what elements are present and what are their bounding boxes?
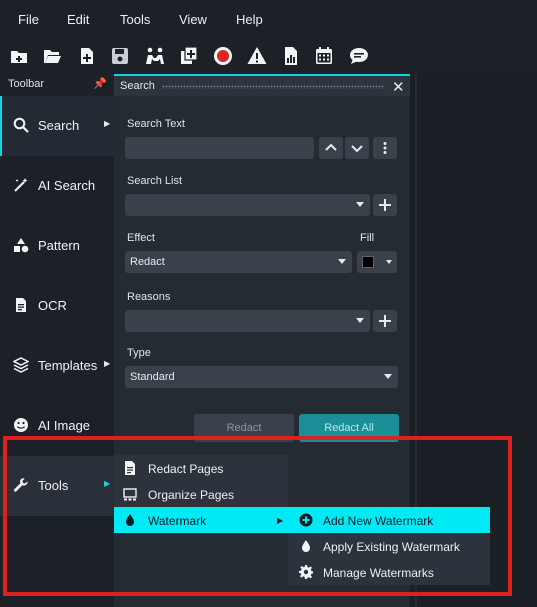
chat-icon[interactable] xyxy=(347,44,371,68)
sidebar-item-label: Search xyxy=(38,118,80,133)
report-icon[interactable] xyxy=(279,44,303,68)
next-match-button[interactable] xyxy=(345,137,369,159)
redact-all-button[interactable]: Redact All xyxy=(299,414,399,442)
panel-title: Search xyxy=(120,80,155,92)
search-list-select[interactable] xyxy=(125,194,370,216)
icon-toolbar xyxy=(0,38,537,74)
menu-item-manage-watermarks[interactable]: Manage Watermarks xyxy=(288,559,490,585)
active-indicator xyxy=(0,96,2,156)
droplet-icon xyxy=(298,538,314,554)
fill-color-picker[interactable] xyxy=(357,251,397,273)
sidebar-item-label: AI Search xyxy=(38,178,96,193)
layers-icon xyxy=(12,356,30,374)
more-options-button[interactable] xyxy=(373,137,397,159)
copy-add-icon[interactable] xyxy=(177,44,201,68)
sidebar-header: Toolbar 📌 xyxy=(0,74,114,96)
menu-item-add-new-watermark[interactable]: Add New Watermark xyxy=(288,507,490,533)
menu-edit[interactable]: Edit xyxy=(67,12,89,27)
tools-submenu: Redact Pages Organize Pages Watermark ▶ xyxy=(114,455,288,533)
sidebar-item-ai-search[interactable]: AI Search xyxy=(0,156,114,216)
smiley-icon xyxy=(12,416,30,434)
kebab-icon xyxy=(383,142,387,154)
sidebar-item-tools[interactable]: Tools ▶ xyxy=(0,456,114,516)
dropdown-caret-icon xyxy=(384,374,392,379)
menu-help[interactable]: Help xyxy=(236,12,263,27)
chevron-right-icon: ▶ xyxy=(104,479,111,488)
menu-file[interactable]: File xyxy=(18,12,39,27)
menu-item-watermark[interactable]: Watermark ▶ xyxy=(114,507,288,533)
plus-icon xyxy=(379,199,391,211)
sidebar-item-label: Templates xyxy=(38,358,98,373)
panel-header: Search ✕ xyxy=(114,74,410,96)
search-list-label: Search List xyxy=(127,175,183,187)
plus-icon xyxy=(379,315,391,327)
dropdown-caret-icon xyxy=(356,318,364,323)
record-icon[interactable] xyxy=(211,44,235,68)
dropdown-caret-icon xyxy=(356,202,364,207)
close-icon[interactable]: ✕ xyxy=(392,78,405,96)
menu-item-apply-existing-watermark[interactable]: Apply Existing Watermark xyxy=(288,533,490,559)
type-select[interactable]: Standard xyxy=(125,366,398,388)
sidebar-item-label: Tools xyxy=(38,478,69,493)
redact-button[interactable]: Redact xyxy=(194,414,294,442)
fill-swatch xyxy=(362,256,374,268)
effect-label: Effect xyxy=(127,232,155,244)
open-folder-icon[interactable] xyxy=(40,44,64,68)
fill-label: Fill xyxy=(360,232,375,244)
menu-tools[interactable]: Tools xyxy=(120,12,150,27)
sidebar-item-templates[interactable]: Templates ▶ xyxy=(0,336,114,396)
sidebar-item-label: OCR xyxy=(38,298,67,313)
sidebar-item-pattern[interactable]: Pattern xyxy=(0,216,114,276)
menu-item-organize-pages[interactable]: Organize Pages xyxy=(114,481,288,507)
magic-wand-icon xyxy=(12,176,30,194)
save-icon[interactable] xyxy=(108,44,132,68)
collaborate-icon[interactable] xyxy=(143,44,167,68)
search-text-input[interactable] xyxy=(125,137,314,159)
menu-view[interactable]: View xyxy=(179,12,207,27)
menu-item-redact-pages[interactable]: Redact Pages xyxy=(114,455,288,481)
effect-select[interactable]: Redact xyxy=(125,251,352,273)
search-icon xyxy=(12,116,30,134)
shapes-icon xyxy=(12,236,30,254)
droplet-icon xyxy=(122,512,138,528)
sidebar-title: Toolbar xyxy=(8,78,45,90)
document-icon xyxy=(122,460,138,476)
sidebar-item-label: Pattern xyxy=(38,238,80,253)
pin-icon[interactable]: 📌 xyxy=(93,77,107,90)
sidebar-item-label: AI Image xyxy=(38,418,91,433)
chevron-right-icon: ▶ xyxy=(104,359,111,368)
document-icon xyxy=(12,296,30,314)
wrench-icon xyxy=(12,476,30,494)
chevron-down-icon xyxy=(351,145,363,153)
new-file-icon[interactable] xyxy=(7,44,31,68)
previous-match-button[interactable] xyxy=(319,137,343,159)
add-search-list-button[interactable] xyxy=(373,194,397,216)
menu-bar: File Edit Tools View Help xyxy=(0,0,537,38)
chevron-up-icon xyxy=(325,143,337,151)
pages-icon xyxy=(122,486,138,502)
sidebar-item-ai-image[interactable]: AI Image xyxy=(0,396,114,456)
chevron-right-icon: ▶ xyxy=(277,516,284,525)
reasons-select[interactable] xyxy=(125,310,370,332)
plus-circle-icon xyxy=(298,512,314,528)
dropdown-caret-icon xyxy=(338,259,346,264)
reasons-label: Reasons xyxy=(127,291,171,303)
warning-icon[interactable] xyxy=(245,44,269,68)
sidebar-item-search[interactable]: Search ▶ xyxy=(0,96,114,156)
calendar-icon[interactable] xyxy=(312,44,336,68)
add-file-icon[interactable] xyxy=(75,44,99,68)
watermark-submenu: Add New Watermark Apply Existing Waterma… xyxy=(288,507,490,585)
gear-icon xyxy=(298,564,314,580)
type-label: Type xyxy=(127,347,151,359)
chevron-right-icon: ▶ xyxy=(104,119,111,128)
drag-handle[interactable] xyxy=(162,85,384,89)
sidebar-item-ocr[interactable]: OCR xyxy=(0,276,114,336)
search-text-label: Search Text xyxy=(127,118,185,130)
dropdown-caret-icon xyxy=(386,260,392,264)
add-reason-button[interactable] xyxy=(373,310,397,332)
sidebar: Toolbar 📌 Search ▶ AI Search Pattern OCR… xyxy=(0,74,114,607)
